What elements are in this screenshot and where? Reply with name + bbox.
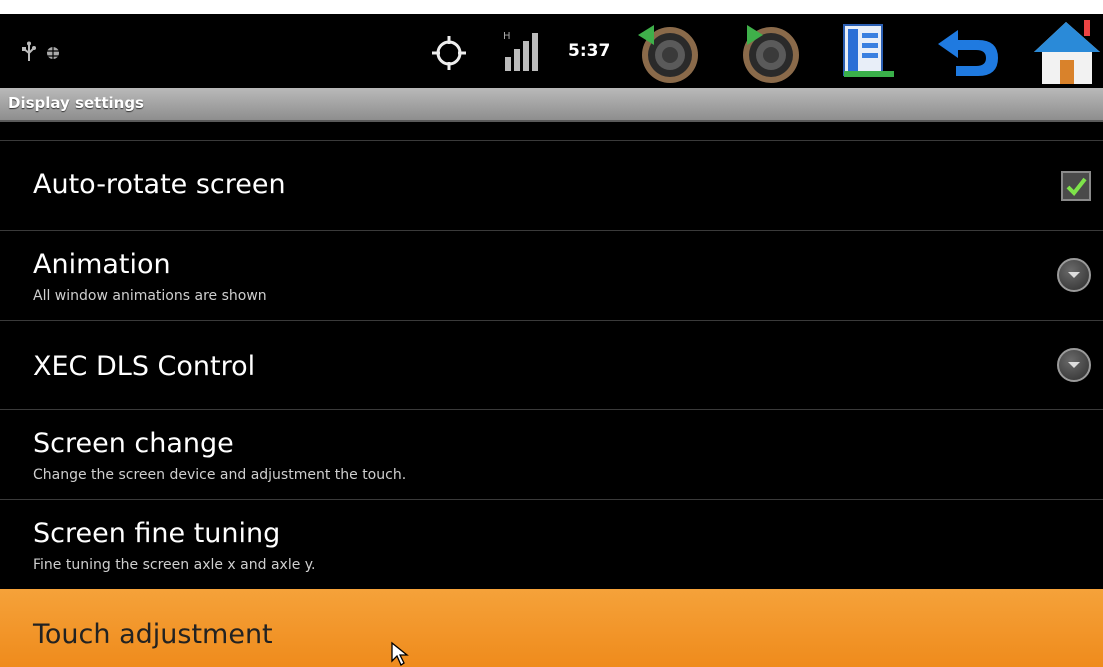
status-bar: H 5:37 [0, 14, 1103, 88]
svg-text:H: H [503, 31, 511, 42]
setting-screen-change[interactable]: Screen change Change the screen device a… [0, 409, 1103, 499]
title-bar: Display settings [0, 88, 1103, 122]
android-screen: H 5:37 Display settings Auto-rotate scre… [0, 14, 1103, 667]
setting-subtitle: Fine tuning the screen axle x and axle y… [33, 557, 316, 573]
check-icon [1066, 177, 1087, 197]
usb-icon [22, 41, 36, 61]
auto-rotate-checkbox[interactable] [1061, 171, 1091, 201]
setting-title: Screen change [33, 428, 234, 459]
chevron-down-icon [1068, 272, 1080, 278]
page-title: Display settings [8, 94, 144, 112]
volume-down-icon[interactable] [632, 19, 704, 85]
setting-title: Auto-rotate screen [33, 169, 286, 200]
list-top-spacer [0, 122, 1103, 140]
signal-icon: H [503, 31, 538, 71]
setting-screen-fine-tuning[interactable]: Screen fine tuning Fine tuning the scree… [0, 499, 1103, 589]
clock: 5:37 [568, 41, 611, 61]
setting-title: XEC DLS Control [33, 351, 256, 382]
setting-title: Screen fine tuning [33, 518, 281, 549]
setting-animation[interactable]: Animation All window animations are show… [0, 230, 1103, 320]
setting-title: Touch adjustment [33, 619, 273, 650]
home-icon[interactable] [1030, 16, 1103, 86]
chevron-down-icon [1068, 362, 1080, 368]
setting-subtitle: All window animations are shown [33, 288, 267, 304]
setting-auto-rotate[interactable]: Auto-rotate screen [0, 140, 1103, 230]
setting-touch-adjustment[interactable]: Touch adjustment [0, 589, 1103, 667]
animation-dropdown[interactable] [1057, 258, 1091, 292]
debug-icon [45, 47, 61, 59]
setting-xec-dls[interactable]: XEC DLS Control [0, 320, 1103, 409]
menu-icon[interactable] [836, 21, 898, 83]
gps-icon [432, 36, 466, 70]
volume-up-icon[interactable] [733, 19, 805, 85]
setting-subtitle: Change the screen device and adjustment … [33, 467, 407, 483]
back-icon[interactable] [936, 26, 1002, 78]
setting-title: Animation [33, 249, 171, 280]
xec-dls-dropdown[interactable] [1057, 348, 1091, 382]
mouse-cursor-icon [391, 641, 409, 666]
